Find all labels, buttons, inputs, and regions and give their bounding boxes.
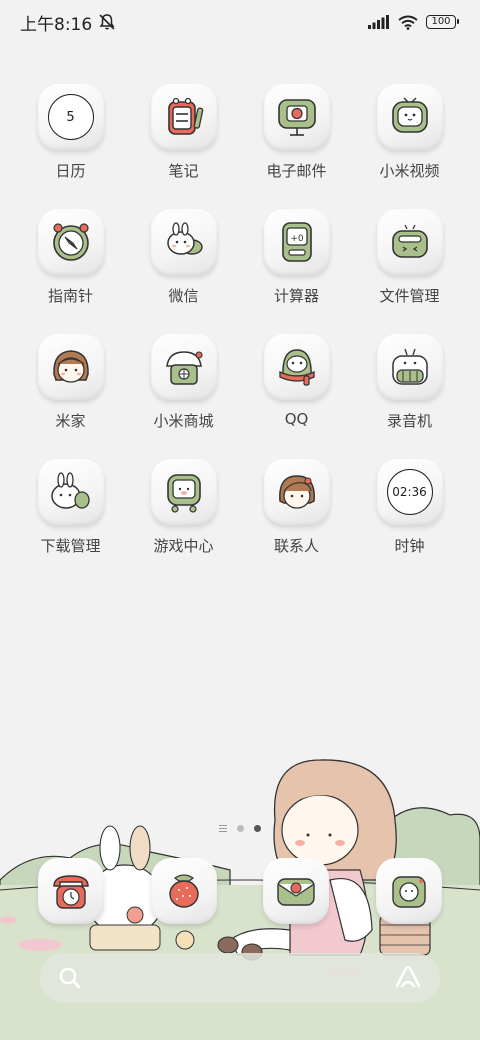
notes-icon[interactable]	[150, 84, 217, 150]
app-qq[interactable]: QQ	[240, 334, 353, 459]
app-game-center[interactable]: 游戏中心	[127, 459, 240, 584]
status-time: 上午8:16	[20, 14, 93, 35]
battery-icon: 100	[426, 15, 459, 29]
app-compass[interactable]: 指南针	[14, 209, 127, 334]
recorder-icon[interactable]	[376, 334, 443, 400]
calculator-icon[interactable]: +0	[263, 209, 330, 275]
app-label: 笔记	[168, 162, 199, 180]
app-calendar[interactable]: 5 日历	[14, 84, 127, 209]
game-center-icon[interactable]	[150, 459, 217, 525]
app-label: 时钟	[394, 537, 425, 555]
app-calculator[interactable]: +0 计算器	[240, 209, 353, 334]
page-dot[interactable]	[237, 825, 244, 832]
mi-store-icon[interactable]	[150, 334, 217, 400]
compass-icon[interactable]	[37, 209, 104, 275]
app-label: QQ	[284, 410, 309, 428]
app-clock[interactable]: 02:36 时钟	[353, 459, 466, 584]
calendar-icon[interactable]: 5	[37, 84, 104, 150]
mute-bell-icon	[99, 14, 115, 30]
app-label: 下载管理	[40, 537, 101, 555]
app-label: 指南针	[47, 287, 93, 305]
mijia-icon[interactable]	[37, 334, 104, 400]
app-label: 微信	[168, 287, 199, 305]
app-contacts[interactable]: 联系人	[240, 459, 353, 584]
app-label: 小米视频	[379, 162, 440, 180]
app-grid: 5 日历 笔记 电子邮件 小米视频 指南针 微信 +0 计算器 文件管理 米家 …	[14, 84, 466, 584]
app-label: 日历	[55, 162, 86, 180]
wifi-icon	[398, 15, 418, 30]
file-manager-icon[interactable]	[376, 209, 443, 275]
calendar-face: 5	[47, 94, 94, 140]
app-notes[interactable]: 笔记	[127, 84, 240, 209]
app-label: 电子邮件	[266, 162, 327, 180]
app-label: 文件管理	[379, 287, 440, 305]
app-file-manager[interactable]: 文件管理	[353, 209, 466, 334]
app-label: 游戏中心	[153, 537, 214, 555]
status-bar: 上午8:16 100	[0, 0, 480, 44]
app-email[interactable]: 电子邮件	[240, 84, 353, 209]
assistant-icon[interactable]	[394, 966, 422, 990]
download-icon[interactable]	[37, 459, 104, 525]
app-label: 联系人	[273, 537, 319, 555]
app-label: 录音机	[386, 412, 432, 430]
app-mijia[interactable]: 米家	[14, 334, 127, 459]
app-label: 米家	[55, 412, 86, 430]
phone-icon[interactable]	[38, 858, 104, 924]
signal-icon	[368, 15, 389, 29]
app-mi-store[interactable]: 小米商城	[127, 334, 240, 459]
page-list-icon[interactable]	[219, 825, 227, 832]
search-icon[interactable]	[58, 966, 82, 990]
clock-face: 02:36	[386, 469, 433, 515]
page-dot-active[interactable]	[254, 825, 261, 832]
app-mi-video[interactable]: 小米视频	[353, 84, 466, 209]
app-label: 小米商城	[153, 412, 214, 430]
qq-icon[interactable]	[263, 334, 330, 400]
clock-icon[interactable]: 02:36	[376, 459, 443, 525]
contacts-icon[interactable]	[263, 459, 330, 525]
video-icon[interactable]	[376, 84, 443, 150]
email-icon[interactable]	[263, 84, 330, 150]
app-download-manager[interactable]: 下载管理	[14, 459, 127, 584]
browser-icon[interactable]	[150, 858, 217, 924]
wechat-icon[interactable]	[150, 209, 217, 275]
page-indicator[interactable]	[0, 825, 480, 832]
app-recorder[interactable]: 录音机	[353, 334, 466, 459]
dock	[38, 858, 442, 924]
camera-icon[interactable]	[375, 858, 442, 924]
search-bar[interactable]	[40, 953, 440, 1003]
svg-text:+0: +0	[290, 234, 304, 244]
app-wechat[interactable]: 微信	[127, 209, 240, 334]
messages-icon[interactable]	[263, 858, 330, 924]
app-label: 计算器	[273, 287, 319, 305]
